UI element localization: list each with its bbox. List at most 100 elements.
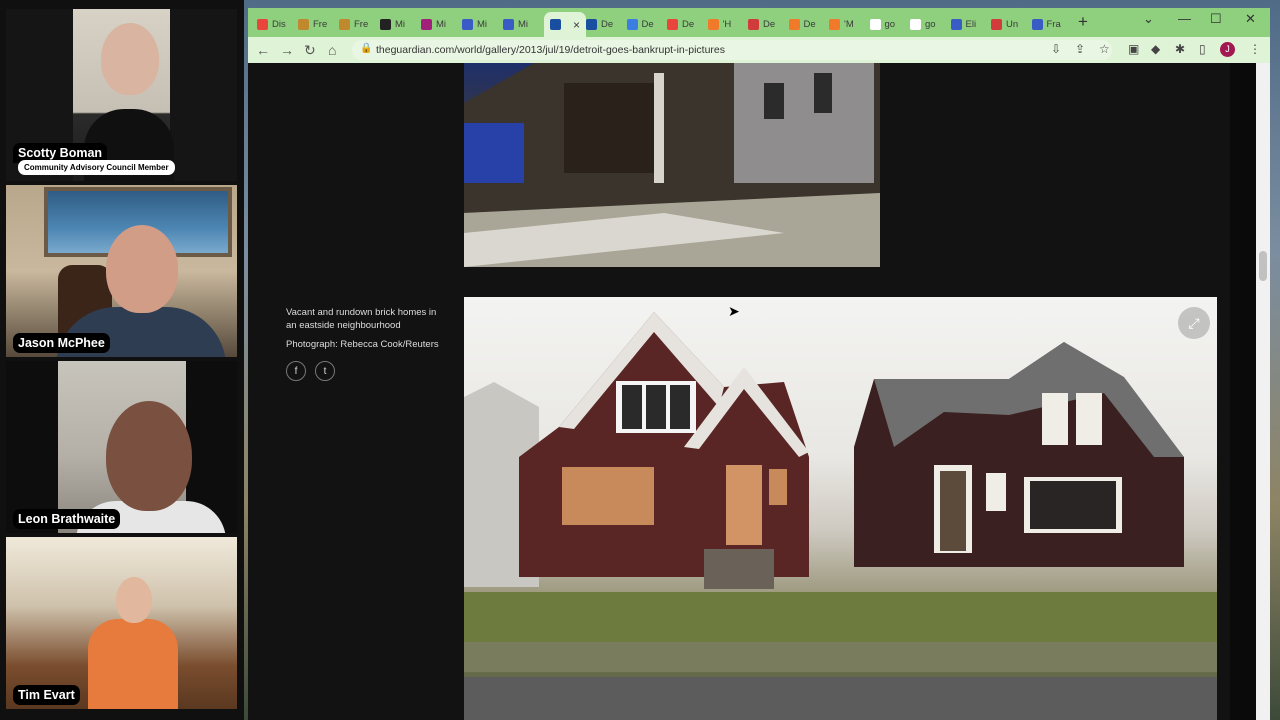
menu-kebab-icon[interactable]: ⋮ — [1249, 42, 1261, 56]
browser-tab[interactable]: go — [869, 14, 896, 34]
browser-tab[interactable]: De — [748, 14, 775, 34]
tab-label: De — [641, 18, 654, 30]
browser-tab[interactable]: Mi — [503, 14, 528, 34]
tab-label: Fre — [354, 18, 369, 30]
minimize-button[interactable]: — — [1178, 11, 1191, 26]
tab-favicon-icon — [869, 18, 881, 30]
participant-face — [101, 23, 159, 95]
expand-icon[interactable]: ⤢ — [1178, 307, 1210, 339]
participant-face — [106, 401, 192, 511]
close-tab-icon[interactable]: × — [573, 18, 580, 32]
tab-favicon-icon — [550, 19, 561, 30]
maximize-button[interactable]: ☐ — [1210, 11, 1222, 27]
browser-tab[interactable]: De — [788, 14, 816, 34]
page-margin — [1230, 63, 1256, 720]
browser-toolbar: ← → ↻ ⌂ 🔒 theguardian.com/world/gallery/… — [248, 37, 1270, 63]
url-text: theguardian.com/world/gallery/2013/jul/1… — [376, 44, 726, 56]
browser-tab[interactable]: Dis — [257, 14, 286, 34]
tab-label: 'M — [844, 18, 854, 30]
video-call-panel: Scotty Boman Community Advisory Council … — [0, 0, 244, 720]
tab-favicon-icon — [707, 18, 719, 30]
browser-tab[interactable]: De — [626, 14, 654, 34]
tab-favicon-icon — [910, 18, 921, 30]
tab-favicon-icon — [626, 18, 638, 30]
browser-tab[interactable]: Mi — [462, 14, 487, 34]
tab-favicon-icon — [503, 18, 514, 30]
house-illustration-2 — [464, 312, 1217, 720]
participant-subtitle: Community Advisory Council Member — [18, 160, 175, 175]
tab-favicon-icon — [339, 18, 350, 30]
browser-tab[interactable]: Fre — [339, 14, 368, 34]
video-tile-leon-brathwaite[interactable]: Leon Brathwaite — [6, 361, 237, 533]
tab-label: Mi — [436, 18, 447, 30]
tab-favicon-icon — [586, 18, 597, 30]
browser-tab[interactable]: Eli — [950, 14, 976, 34]
photo-credit: Photograph: Rebecca Cook/Reuters — [286, 339, 439, 350]
video-tile-scotty-boman[interactable]: Scotty Boman Community Advisory Council … — [6, 9, 237, 181]
browser-tab[interactable]: Fre — [298, 14, 327, 34]
tab-label: Mi — [395, 18, 406, 30]
browser-tab[interactable]: 'H — [707, 14, 731, 34]
gallery-photo-current[interactable] — [464, 297, 1217, 720]
tab-favicon-icon — [950, 18, 962, 30]
tab-label: Un — [1006, 18, 1019, 30]
new-tab-button[interactable]: + — [1078, 12, 1088, 32]
share-icon[interactable]: ⇪ — [1075, 42, 1085, 56]
tab-favicon-icon — [462, 18, 473, 30]
bookmark-star-icon[interactable]: ☆ — [1099, 42, 1110, 56]
tab-label: De — [682, 18, 695, 30]
tab-favicon-icon — [788, 18, 800, 30]
address-bar[interactable]: 🔒 theguardian.com/world/gallery/2013/jul… — [352, 40, 1112, 60]
browser-tab[interactable]: De — [667, 14, 694, 34]
reload-icon[interactable]: ↻ — [304, 42, 316, 59]
gallery-photo-previous[interactable] — [464, 63, 880, 267]
tab-favicon-icon — [829, 18, 840, 30]
scrollbar[interactable] — [1256, 63, 1270, 720]
page-content: Vacant and rundown brick homes in an eas… — [248, 63, 1270, 720]
tab-label: Dis — [272, 18, 286, 30]
mouse-cursor-icon: ➤ — [728, 303, 740, 319]
browser-tab[interactable]: Un — [991, 14, 1018, 34]
tab-favicon-icon — [1031, 18, 1043, 30]
tab-label: Mi — [518, 18, 529, 30]
browser-window: Dis Fre Fre Mi Mi Mi Mi × De De De 'H De De 'M go go Eli U… — [248, 8, 1270, 720]
tab-favicon-icon — [667, 18, 678, 30]
tab-search-icon[interactable]: ⌄ — [1143, 11, 1154, 27]
tab-favicon-icon — [257, 18, 268, 30]
caption-column — [248, 63, 458, 720]
video-tile-jason-mcphee[interactable]: Jason McPhee — [6, 185, 237, 357]
tab-favicon-icon — [380, 18, 391, 30]
browser-tab[interactable]: × — [544, 12, 587, 37]
twitter-share-icon[interactable]: t — [315, 361, 335, 381]
tab-favicon-icon — [421, 18, 432, 30]
sidebar-icon[interactable]: ▯ — [1199, 42, 1206, 56]
close-window-button[interactable]: ✕ — [1245, 11, 1256, 27]
tab-favicon-icon — [748, 18, 759, 30]
facebook-share-icon[interactable]: f — [286, 361, 306, 381]
browser-tab[interactable]: Mi — [421, 14, 446, 34]
tab-label: go — [884, 18, 896, 30]
house-illustration-1 — [464, 63, 880, 267]
puzzle-icon[interactable]: ✱ — [1175, 42, 1185, 56]
browser-tab[interactable]: 'M — [829, 14, 854, 34]
participant-face — [116, 577, 152, 623]
tab-label: De — [763, 18, 776, 30]
tab-label: De — [601, 18, 614, 30]
forward-icon[interactable]: → — [280, 42, 294, 58]
extension-icon-2[interactable]: ◆ — [1151, 42, 1160, 56]
extension-icon[interactable]: ▣ — [1128, 42, 1139, 56]
back-icon[interactable]: ← — [256, 42, 270, 58]
scrollbar-thumb[interactable] — [1259, 251, 1267, 281]
profile-avatar[interactable]: J — [1220, 42, 1235, 57]
home-icon[interactable]: ⌂ — [328, 42, 336, 58]
browser-tab[interactable]: De — [586, 14, 613, 34]
tab-label: Fre — [313, 18, 328, 30]
download-icon[interactable]: ⇩ — [1051, 42, 1061, 56]
tab-strip: Dis Fre Fre Mi Mi Mi Mi × De De De 'H De De 'M go go Eli U… — [248, 8, 1270, 37]
tab-label: go — [925, 18, 936, 30]
browser-tab[interactable]: Fra — [1031, 14, 1061, 34]
tab-label: De — [803, 18, 816, 30]
browser-tab[interactable]: go — [910, 14, 936, 34]
browser-tab[interactable]: Mi — [380, 14, 405, 34]
video-tile-tim-evart[interactable]: Tim Evart — [6, 537, 237, 709]
